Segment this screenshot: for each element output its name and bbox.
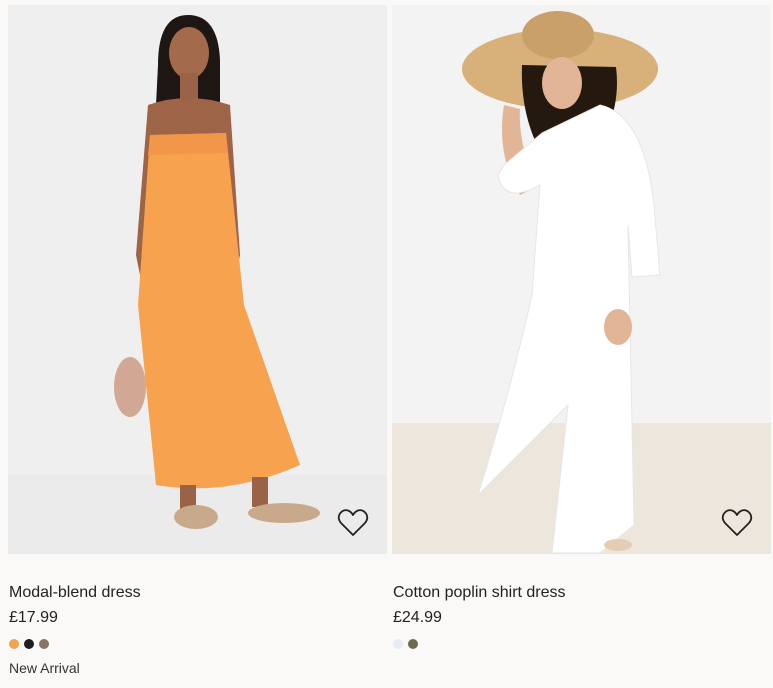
product-card-cotton-poplin-shirt-dress[interactable]: Cotton poplin shirt dress £24.99 (392, 0, 772, 688)
white-shirt-dress-photo (392, 5, 771, 554)
product-grid: Modal-blend dress £17.99 New Arrival Cot… (0, 0, 773, 688)
color-swatch-light-blue[interactable] (393, 639, 403, 649)
color-swatch-black[interactable] (24, 639, 34, 649)
color-swatches (9, 639, 49, 649)
product-image[interactable] (8, 5, 387, 554)
color-swatch-orange[interactable] (9, 639, 19, 649)
product-title[interactable]: Cotton poplin shirt dress (393, 584, 566, 602)
heart-outline-icon (337, 509, 369, 536)
product-title[interactable]: Modal-blend dress (9, 584, 141, 602)
favorite-button[interactable] (721, 508, 753, 538)
product-image[interactable] (392, 5, 771, 554)
product-price: £24.99 (393, 609, 442, 626)
new-arrival-badge: New Arrival (9, 660, 80, 676)
favorite-button[interactable] (337, 508, 369, 538)
product-card-modal-blend-dress[interactable]: Modal-blend dress £17.99 New Arrival (8, 0, 388, 688)
heart-outline-icon (721, 509, 753, 536)
color-swatches (393, 639, 418, 649)
color-swatch-khaki[interactable] (408, 639, 418, 649)
orange-dress-photo (8, 5, 387, 554)
color-swatch-brown[interactable] (39, 639, 49, 649)
product-price: £17.99 (9, 609, 58, 626)
